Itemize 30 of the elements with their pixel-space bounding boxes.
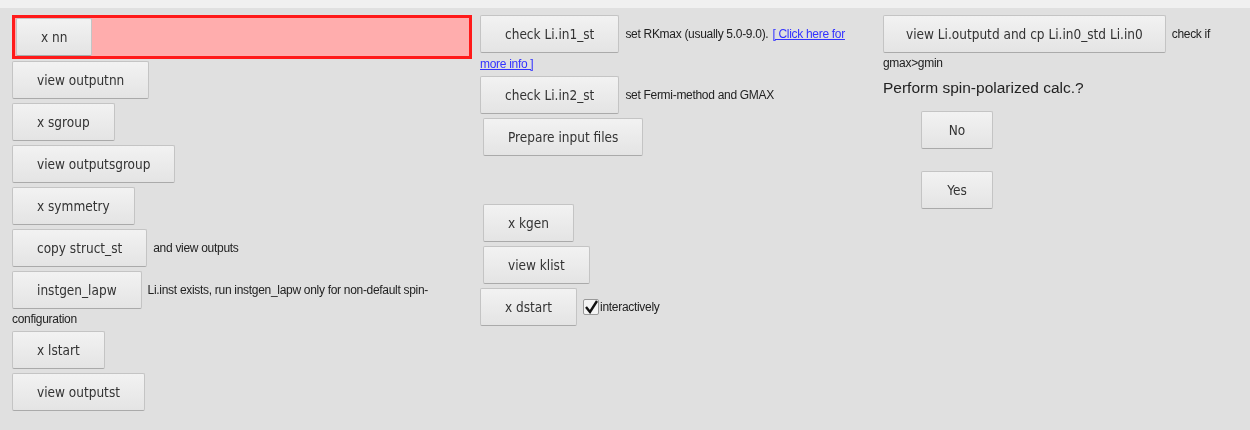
action-button[interactable]: view Li.outputd and cp Li.in0_std Li.in0 (883, 15, 1166, 53)
action-button[interactable]: x dstart (480, 288, 578, 326)
action-button[interactable]: x sgroup (12, 103, 115, 141)
info-link[interactable]: [ Click here for (772, 27, 845, 41)
note-text: and view outputs (153, 241, 239, 255)
note-text: Li.inst exists, run instgen_lapw only for non-default spin- (147, 283, 429, 297)
note-text: set RKmax (usually 5.0-9.0). (625, 27, 769, 41)
action-button[interactable]: copy struct_st (12, 229, 148, 267)
note-text: gmax>gmin (883, 56, 943, 71)
note-text: check if (1171, 27, 1210, 41)
question-text: Perform spin-polarized calc.? (883, 79, 1085, 97)
action-button[interactable]: x nn (16, 18, 93, 56)
checkbox[interactable] (583, 299, 600, 315)
info-link[interactable]: more info ] (480, 57, 534, 71)
checkbox-label: interactively (600, 300, 660, 314)
note-text: set Fermi-method and GMAX (625, 88, 774, 102)
action-button[interactable]: x symmetry (12, 187, 135, 225)
action-button[interactable]: instgen_lapw (12, 271, 142, 309)
answer-button[interactable]: No (921, 111, 993, 149)
action-button[interactable]: x lstart (12, 331, 105, 369)
action-button[interactable]: view outputst (12, 373, 145, 411)
action-button[interactable]: x kgen (483, 204, 574, 242)
action-button[interactable]: view outputsgroup (12, 145, 176, 183)
action-button[interactable]: view klist (483, 246, 590, 284)
action-button[interactable]: check Li.in1_st (480, 15, 620, 53)
action-button[interactable]: check Li.in2_st (480, 76, 620, 114)
action-button[interactable]: Prepare input files (483, 118, 644, 156)
action-button[interactable]: view outputnn (12, 61, 150, 99)
note-text: configuration (12, 312, 77, 327)
answer-button[interactable]: Yes (921, 171, 993, 209)
